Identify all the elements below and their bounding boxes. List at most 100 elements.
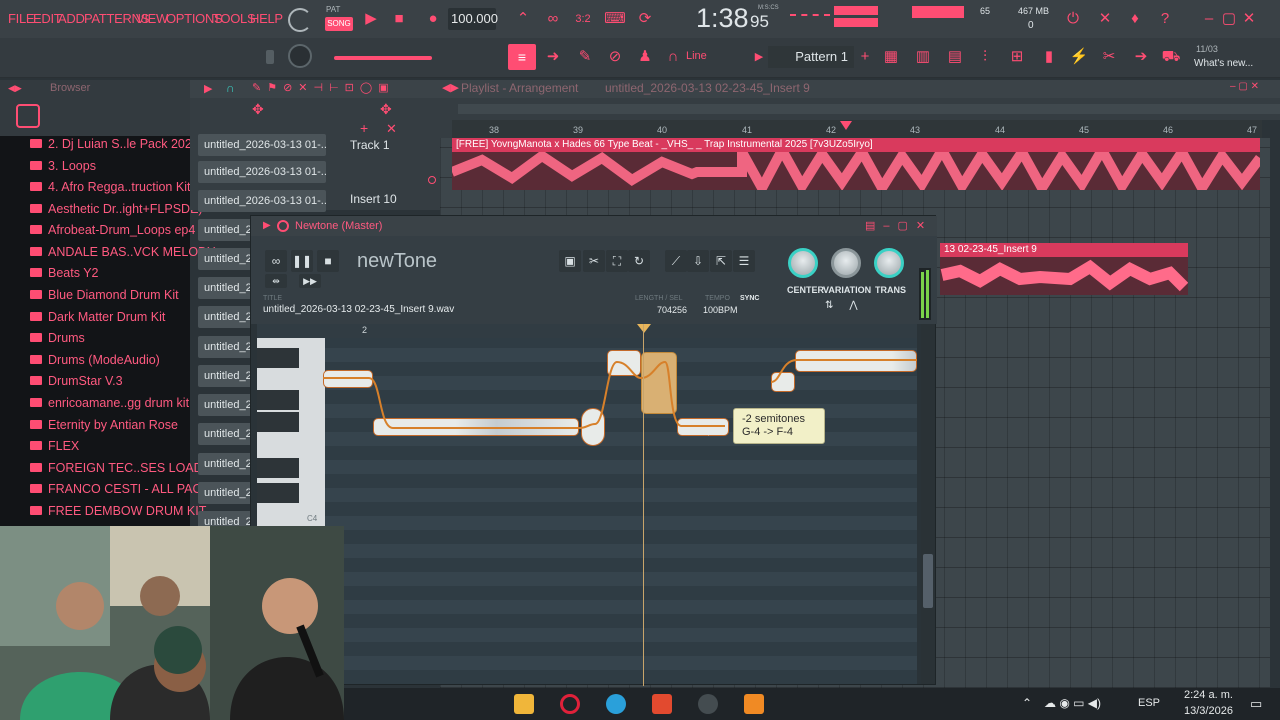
pitch-tools-icons[interactable]: ⇅⋀ xyxy=(825,300,874,311)
arrow-icon[interactable]: ➜ xyxy=(542,46,564,68)
minimize-icon[interactable]: – xyxy=(1198,8,1220,30)
add-pattern-icon[interactable]: + xyxy=(854,46,876,68)
playlist-tools-icons[interactable]: ✎⚑⊘✕⊣⊢⊡◯▣ xyxy=(252,81,395,94)
step-icon[interactable]: 3:2 xyxy=(572,8,594,30)
snap-button[interactable]: ▶▶ xyxy=(299,274,321,288)
options-icon[interactable]: ☰ xyxy=(733,250,755,272)
window-arrow-icon[interactable]: ▶ xyxy=(263,216,271,236)
record-icon[interactable]: ● xyxy=(422,8,444,30)
list-item[interactable]: 2. Dj Luian S..le Pack 2020 xyxy=(30,137,199,151)
cut-icon[interactable]: ✂ xyxy=(583,250,605,272)
list-item[interactable]: DrumStar V.3 xyxy=(30,374,123,388)
playlist-options-icon[interactable]: ▶ xyxy=(204,82,212,95)
audio-clip-beat-title[interactable]: [FREE] YovngManota x Hades 66 Type Beat … xyxy=(452,138,1260,152)
move-icon[interactable]: ✥ xyxy=(252,101,264,118)
plugin-icon[interactable]: ⚡ xyxy=(1068,46,1090,68)
pencil-icon[interactable]: ✎ xyxy=(574,46,596,68)
screen-recorder-icon[interactable] xyxy=(652,694,672,714)
channel-item[interactable]: untitled_2026-03-13 01-... xyxy=(198,190,326,212)
tray-chevron-icon[interactable]: ⌃ xyxy=(1022,696,1032,710)
playlist-arrow-icon[interactable]: ◀▶ xyxy=(442,81,459,94)
headphones-icon[interactable]: ∩ xyxy=(226,81,235,95)
browser-arrows-icon[interactable]: ◀▶ xyxy=(8,83,22,94)
obs-icon[interactable] xyxy=(698,694,718,714)
add-track-icon[interactable]: + xyxy=(360,120,368,136)
audio-clip-insert9-title[interactable]: 13 02-23-45_Insert 9 xyxy=(940,243,1188,257)
playhead-marker[interactable] xyxy=(637,324,651,333)
restore-icon[interactable]: ▢ xyxy=(1218,8,1240,30)
channel-item[interactable]: untitled_2026-03-13 01-... xyxy=(198,134,326,156)
center-knob[interactable] xyxy=(788,248,818,278)
refresh-icon[interactable]: ↻ xyxy=(628,250,650,272)
newtone-ruler[interactable]: 2 xyxy=(257,324,917,338)
newtone-window-controls[interactable]: ▤–▢✕ xyxy=(865,216,933,236)
whats-new-link[interactable]: What's new... xyxy=(1194,58,1253,69)
help-icon[interactable]: ? xyxy=(1154,8,1176,30)
vertical-scrollbar[interactable] xyxy=(921,324,935,684)
fl-studio-icon[interactable] xyxy=(744,694,764,714)
list-item[interactable]: Eternity by Antian Rose xyxy=(30,418,178,432)
zoom-icon[interactable]: ✥ xyxy=(380,101,392,118)
power-icon[interactable]: ⏻ xyxy=(1062,8,1084,30)
song-position-marker[interactable] xyxy=(840,121,852,130)
menu-file[interactable]: FILE xyxy=(8,11,35,26)
list-item[interactable]: Drums xyxy=(30,331,85,345)
song-mode-button[interactable]: SONG xyxy=(325,17,353,31)
list-item[interactable]: FREE DEMBOW DRUM KIT xyxy=(30,504,206,518)
export-icon[interactable]: ➔ xyxy=(1130,46,1152,68)
list-item[interactable]: 3. Loops xyxy=(30,159,96,173)
list-item[interactable]: Afrobeat-Drum_Loops ep4 xyxy=(30,223,195,237)
stop-icon[interactable]: ■ xyxy=(317,250,339,272)
pause-icon[interactable]: ❚❚ xyxy=(291,250,313,272)
menu-help[interactable]: HELP xyxy=(250,11,283,26)
pattern-select[interactable]: Pattern 1 xyxy=(768,46,854,68)
list-item[interactable]: FLEX xyxy=(30,439,79,453)
list-item[interactable]: enricoamane..gg drum kit xyxy=(30,396,189,410)
list-item[interactable]: Aesthetic Dr..ight+FLPSDE) xyxy=(30,202,203,216)
save-icon[interactable]: ▣ xyxy=(559,250,581,272)
tray-icons[interactable]: ☁ ◉ ▭ ◀) xyxy=(1044,696,1101,710)
patcher-icon[interactable]: ⊞ xyxy=(1006,46,1028,68)
piano-roll-icon[interactable]: ≡ xyxy=(508,44,536,70)
trans-knob[interactable] xyxy=(874,248,904,278)
browser-icon[interactable]: ▮ xyxy=(1038,46,1060,68)
pattern-song-icon[interactable]: ⌃ xyxy=(512,8,534,30)
loop-icon[interactable]: ∞ xyxy=(542,8,564,30)
browser-view-button[interactable] xyxy=(16,104,40,128)
pattern-prev-icon[interactable]: ▶ xyxy=(748,46,770,68)
list-item[interactable]: FRANCO CESTI - ALL PACKS xyxy=(30,482,218,496)
loop-toggle-icon[interactable]: ∞ xyxy=(265,250,287,272)
lock-icon[interactable] xyxy=(266,50,274,64)
export-icon[interactable]: ⇩ xyxy=(687,250,709,272)
stepseq-icon[interactable]: ▥ xyxy=(912,46,934,68)
link-icon[interactable]: ⊘ xyxy=(604,46,626,68)
list-item[interactable]: 4. Afro Regga..truction Kits xyxy=(30,180,197,194)
menu-tools[interactable]: TOOLS xyxy=(213,11,256,26)
stop-icon[interactable]: ■ xyxy=(388,8,410,30)
channel-rack-icon[interactable]: ▤ xyxy=(944,46,966,68)
list-item[interactable]: Beats Y2 xyxy=(30,266,99,280)
play-icon[interactable]: ▶ xyxy=(360,8,382,30)
clock-date[interactable]: 13/3/2026 xyxy=(1184,705,1233,717)
edison-icon[interactable]: ✂ xyxy=(1098,46,1120,68)
telegram-icon[interactable] xyxy=(606,694,626,714)
clock-time[interactable]: 2:24 a. m. xyxy=(1184,689,1233,701)
variation-knob[interactable] xyxy=(831,248,861,278)
curve-icon[interactable]: ⟋ xyxy=(665,250,687,272)
shop-icon[interactable]: ⛟ xyxy=(1160,46,1182,68)
list-item[interactable]: Dark Matter Drum Kit xyxy=(30,310,165,324)
close-icon[interactable]: ✕ xyxy=(1238,8,1260,30)
sync-label[interactable]: SYNC xyxy=(740,295,759,302)
menu-add[interactable]: ADD xyxy=(58,11,85,26)
fit-icon[interactable]: ⛶ xyxy=(606,250,628,272)
language-indicator[interactable]: ESP xyxy=(1138,697,1160,709)
tempo-display[interactable]: 100.000 xyxy=(448,8,498,30)
stamp-icon[interactable]: ♟ xyxy=(634,46,656,68)
overdub-icon[interactable]: ⟳ xyxy=(634,8,656,30)
master-volume-knob[interactable] xyxy=(288,44,312,68)
magnet-icon[interactable]: ∩ xyxy=(662,46,684,68)
pitch-editor[interactable]: C4 xyxy=(257,338,917,684)
list-item[interactable]: FOREIGN TEC..SES LOADED xyxy=(30,461,220,475)
master-pitch-slider[interactable] xyxy=(334,56,432,60)
channel-item[interactable]: untitled_2026-03-13 01-... xyxy=(198,161,326,183)
